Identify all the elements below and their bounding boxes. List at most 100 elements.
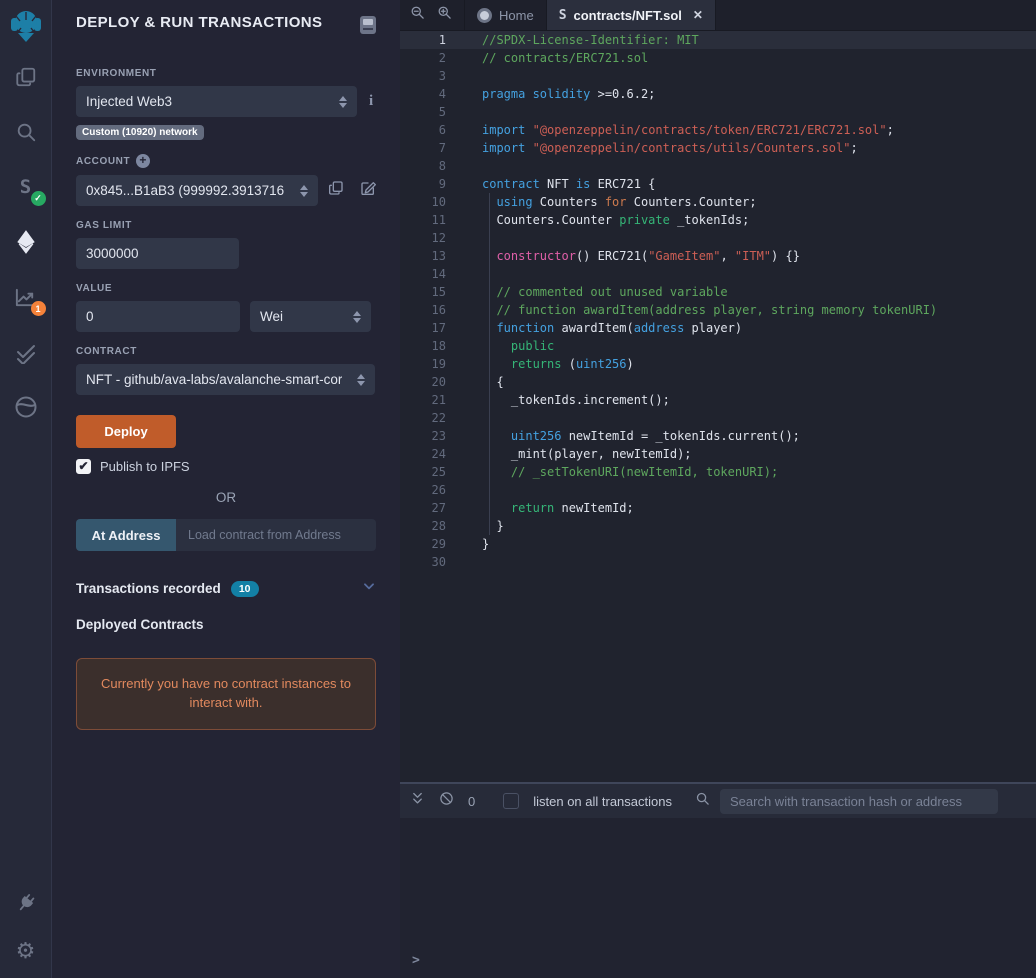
terminal-search-input[interactable] xyxy=(720,788,998,814)
code-line[interactable]: 20 { xyxy=(400,373,1036,391)
code-line[interactable]: 4 pragma solidity >=0.6.2; xyxy=(400,85,1036,103)
code-line[interactable]: 3 xyxy=(400,67,1036,85)
code-line[interactable]: 21 _tokenIds.increment(); xyxy=(400,391,1036,409)
clear-console-icon[interactable] xyxy=(439,791,454,811)
code-line[interactable]: 9 contract NFT is ERC721 { xyxy=(400,175,1036,193)
solidity-compiler-icon[interactable]: S ✓ xyxy=(13,174,46,206)
debugger-icon[interactable] xyxy=(13,394,39,420)
code-line[interactable]: 28 } xyxy=(400,517,1036,535)
code-line[interactable]: 8 xyxy=(400,157,1036,175)
close-tab-icon[interactable]: ✕ xyxy=(693,8,703,22)
tab-nft-sol[interactable]: S contracts/NFT.sol ✕ xyxy=(546,0,716,30)
editor-tabbar: Home S contracts/NFT.sol ✕ xyxy=(400,0,1036,31)
code-area[interactable]: 1 //SPDX-License-Identifier: MIT 2 // contr… xyxy=(400,31,1036,571)
code-line[interactable]: 18 public xyxy=(400,337,1036,355)
code-line[interactable]: 26 xyxy=(400,481,1036,499)
chevron-down-icon[interactable] xyxy=(362,579,376,598)
copy-account-icon[interactable] xyxy=(328,180,344,201)
sign-message-icon[interactable] xyxy=(360,180,376,201)
listen-all-transactions-checkbox[interactable] xyxy=(503,793,520,809)
analytics-icon[interactable]: 1 xyxy=(13,284,46,316)
line-content: using Counters for Counters.Counter; xyxy=(496,195,757,209)
unit-testing-icon[interactable] xyxy=(13,339,39,365)
code-line[interactable]: 19 returns (uint256) xyxy=(400,355,1036,373)
code-line[interactable]: 16 // function awardItem(address player,… xyxy=(400,301,1036,319)
line-number: 5 xyxy=(438,105,446,119)
line-number: 6 xyxy=(438,123,446,137)
environment-select[interactable]: Injected Web3 xyxy=(76,86,357,117)
line-content xyxy=(462,553,482,571)
select-arrows-icon xyxy=(353,310,361,323)
analytics-notification-badge: 1 xyxy=(30,301,46,316)
code-line[interactable]: 6 import "@openzeppelin/contracts/token/E… xyxy=(400,121,1036,139)
deploy-and-run-icon[interactable] xyxy=(13,229,39,255)
code-line[interactable]: 1 //SPDX-License-Identifier: MIT xyxy=(400,31,1036,49)
environment-info-icon[interactable]: i xyxy=(369,93,373,110)
code-line[interactable]: 30 xyxy=(400,553,1036,571)
line-content xyxy=(462,67,482,85)
value-label: VALUE xyxy=(76,283,113,294)
select-arrows-icon xyxy=(339,95,347,108)
line-content: pragma solidity >=0.6.2; xyxy=(482,87,656,101)
search-icon[interactable] xyxy=(13,119,39,145)
value-group: VALUE Wei xyxy=(76,283,376,332)
code-line[interactable]: 27 return newItemId; xyxy=(400,499,1036,517)
code-line[interactable]: 12 xyxy=(400,229,1036,247)
code-line[interactable]: 24 _mint(player, newItemId); xyxy=(400,445,1036,463)
code-line[interactable]: 2 // contracts/ERC721.sol xyxy=(400,49,1036,67)
or-separator: OR xyxy=(215,490,237,505)
code-line[interactable]: 22 xyxy=(400,409,1036,427)
at-address-input[interactable] xyxy=(176,519,376,551)
line-number: 26 xyxy=(431,483,446,497)
line-content: returns (uint256) xyxy=(510,357,634,371)
at-address-button[interactable]: At Address xyxy=(76,519,176,551)
line-number: 13 xyxy=(431,249,446,263)
deploy-button[interactable]: Deploy xyxy=(76,415,176,448)
line-content: _mint(player, newItemId); xyxy=(482,447,692,461)
solidity-file-icon: S xyxy=(558,7,567,23)
code-line[interactable]: 5 xyxy=(400,103,1036,121)
terminal-search-icon xyxy=(695,791,710,811)
panel-title: DEPLOY & RUN TRANSACTIONS xyxy=(76,14,323,31)
code-line[interactable]: 13 constructor() ERC721("GameItem", "ITM… xyxy=(400,247,1036,265)
publish-to-ipfs-label: Publish to IPFS xyxy=(100,459,190,474)
code-line[interactable]: 15 // commented out unused variable xyxy=(400,283,1036,301)
plugin-manager-icon[interactable] xyxy=(13,890,39,916)
file-explorer-icon[interactable] xyxy=(13,64,39,90)
code-editor[interactable]: 1 //SPDX-License-Identifier: MIT 2 // contr… xyxy=(400,31,1036,782)
publish-to-ipfs-checkbox[interactable]: ✔ xyxy=(76,459,91,474)
code-line[interactable]: 25 // _setTokenURI(newItemId, tokenURI); xyxy=(400,463,1036,481)
listen-all-transactions-label: listen on all transactions xyxy=(533,793,672,809)
tab-home[interactable]: Home xyxy=(464,0,547,30)
add-account-icon[interactable]: + xyxy=(136,154,151,168)
code-line[interactable]: 14 xyxy=(400,265,1036,283)
remix-logo-icon[interactable] xyxy=(6,6,46,50)
documentation-icon[interactable] xyxy=(360,16,376,34)
code-line[interactable]: 23 uint256 newItemId = _tokenIds.current… xyxy=(400,427,1036,445)
transactions-recorded-row[interactable]: Transactions recorded 10 xyxy=(76,579,376,598)
gas-limit-input[interactable] xyxy=(76,238,239,269)
zoom-out-icon[interactable] xyxy=(410,5,425,25)
line-number: 19 xyxy=(431,357,446,371)
settings-icon[interactable]: ⚙ xyxy=(13,938,39,964)
code-line[interactable]: 11 Counters.Counter private _tokenIds; xyxy=(400,211,1036,229)
terminal-output[interactable]: > xyxy=(400,818,1036,978)
code-line[interactable]: 7 import "@openzeppelin/contracts/utils/C… xyxy=(400,139,1036,157)
line-number: 20 xyxy=(431,375,446,389)
line-number: 30 xyxy=(431,555,446,569)
zoom-in-icon[interactable] xyxy=(437,5,452,25)
expand-terminal-icon[interactable] xyxy=(410,791,425,811)
value-unit-select[interactable]: Wei xyxy=(250,301,371,332)
line-number: 1 xyxy=(438,33,446,47)
pending-transactions-count: 0 xyxy=(468,793,476,809)
code-line[interactable]: 17 function awardItem(address player) xyxy=(400,319,1036,337)
code-line[interactable]: 10 using Counters for Counters.Counter; xyxy=(400,193,1036,211)
code-line[interactable]: 29} xyxy=(400,535,1036,553)
line-content: function awardItem(address player) xyxy=(496,321,743,335)
contract-select[interactable]: NFT - github/ava-labs/avalanche-smart-co… xyxy=(76,364,375,395)
line-number: 27 xyxy=(431,501,446,515)
value-input[interactable] xyxy=(76,301,240,332)
line-content xyxy=(462,103,482,121)
line-number: 11 xyxy=(431,213,446,227)
account-select[interactable]: 0x845...B1aB3 (999992.3913716 xyxy=(76,175,318,206)
